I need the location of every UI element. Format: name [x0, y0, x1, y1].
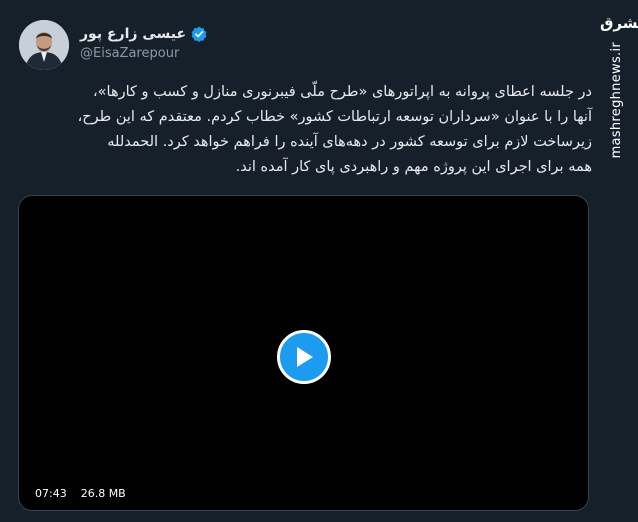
play-icon	[297, 347, 313, 367]
video-size: 26.8 MB	[76, 485, 130, 502]
video-player[interactable]: 07:43 26.8 MB	[18, 195, 589, 511]
watermark: مشرق mashreghnews.ir	[600, 8, 638, 159]
video-duration: 07:43	[31, 485, 71, 502]
play-button[interactable]	[277, 330, 331, 384]
avatar[interactable]	[19, 20, 69, 70]
mashregh-logo-icon: مشرق	[600, 14, 638, 32]
tweet-text-line: همه برای اجرای این پروژه مهم و راهبردی پ…	[235, 159, 592, 175]
verified-badge-icon	[191, 26, 207, 42]
author-name-row: عیسی زارع پور	[80, 24, 207, 44]
tweet-text-line: آنها را با عنوان «سرداران توسعه ارتباطات…	[77, 109, 592, 125]
author-name[interactable]: عیسی زارع پور	[80, 26, 186, 42]
author-handle[interactable]: @EisaZarepour	[80, 46, 179, 61]
tweet-text-line: در جلسه اعطای پروانه به اپراتورهای «طرح …	[92, 84, 592, 100]
tweet-card: عیسی زارع پور @EisaZarepour مشرق mashreg…	[0, 0, 638, 522]
avatar-image	[19, 20, 69, 70]
tweet-text: در جلسه اعطای پروانه به اپراتورهای «طرح …	[20, 80, 592, 180]
tweet-text-line: زیرساخت لازم برای توسعه کشور در دهه‌های …	[107, 134, 592, 150]
watermark-url: mashreghnews.ir	[609, 42, 624, 159]
video-badges: 07:43 26.8 MB	[31, 485, 130, 502]
